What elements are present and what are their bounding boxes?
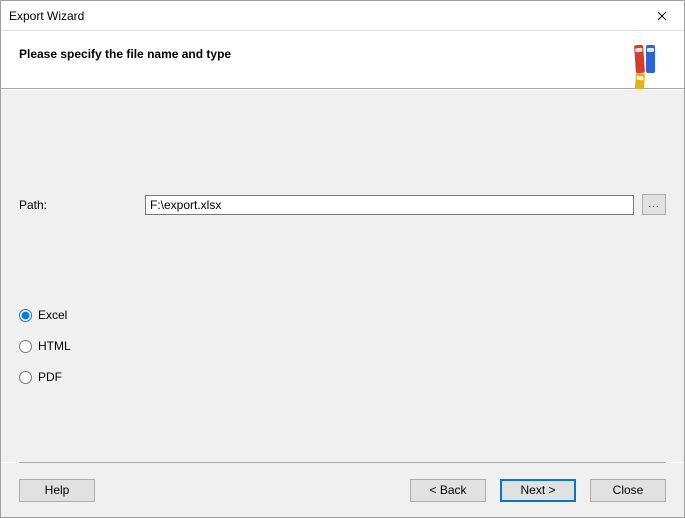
help-button[interactable]: Help xyxy=(19,479,95,502)
radio-label: Excel xyxy=(38,308,67,322)
radio-input-html[interactable] xyxy=(19,340,32,353)
titlebar: Export Wizard xyxy=(1,1,684,31)
export-wizard-window: Export Wizard Please specify the file na… xyxy=(0,0,685,518)
radio-option-html[interactable]: HTML xyxy=(19,336,71,356)
format-radio-group: Excel HTML PDF xyxy=(19,305,71,398)
path-label: Path: xyxy=(19,198,137,212)
radio-label: HTML xyxy=(38,339,71,353)
radio-input-pdf[interactable] xyxy=(19,371,32,384)
radio-option-pdf[interactable]: PDF xyxy=(19,367,71,387)
wizard-header: Please specify the file name and type xyxy=(1,31,684,89)
back-button[interactable]: < Back xyxy=(410,479,486,502)
binders-icon xyxy=(634,45,666,77)
browse-button[interactable]: ... xyxy=(642,194,666,215)
close-icon xyxy=(657,8,667,24)
window-title: Export Wizard xyxy=(9,9,84,23)
close-button[interactable]: Close xyxy=(590,479,666,502)
next-button[interactable]: Next > xyxy=(500,479,576,502)
ellipsis-icon: ... xyxy=(648,199,659,210)
window-close-button[interactable] xyxy=(639,1,684,30)
path-input[interactable] xyxy=(145,195,634,215)
wizard-body: Path: ... Excel HTML PDF xyxy=(1,89,684,462)
radio-option-excel[interactable]: Excel xyxy=(19,305,71,325)
radio-label: PDF xyxy=(38,370,62,384)
wizard-footer: Help < Back Next > Close xyxy=(1,463,684,517)
page-title: Please specify the file name and type xyxy=(19,47,231,61)
radio-input-excel[interactable] xyxy=(19,309,32,322)
path-row: Path: ... xyxy=(19,194,666,215)
